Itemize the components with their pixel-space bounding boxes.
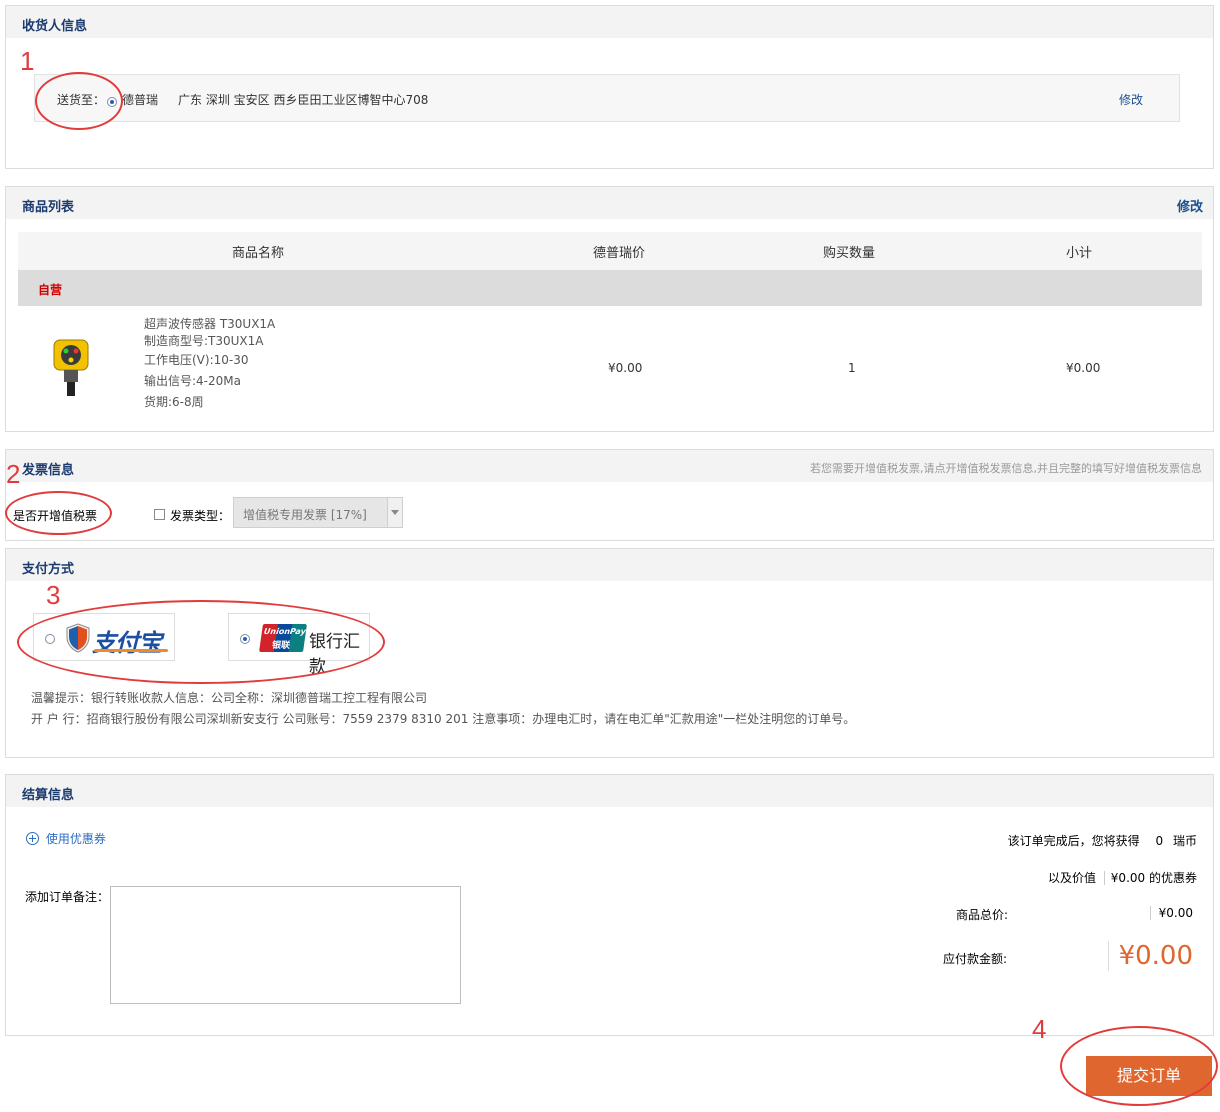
product-voltage-line: 工作电压(V):10-30 bbox=[144, 353, 249, 367]
annotation-number-4: 4 bbox=[1032, 1014, 1047, 1044]
use-coupon-link[interactable]: 使用优惠券 bbox=[26, 830, 106, 847]
address-edit-link[interactable]: 修改 bbox=[1119, 91, 1143, 108]
goods-total-label: 商品总价: bbox=[956, 908, 1009, 922]
reward-prefix: 该订单完成后，您将获得 bbox=[1007, 834, 1140, 848]
consignee-header: 收货人信息 bbox=[6, 6, 1213, 38]
settlement-header: 结算信息 bbox=[6, 775, 1213, 807]
product-leadtime-line: 货期:6-8周 bbox=[144, 395, 204, 409]
reward-line: 该订单完成后，您将获得 0 瑞币 bbox=[1008, 832, 1197, 849]
annotation-number-1: 1 bbox=[20, 46, 35, 76]
product-quantity: 1 bbox=[848, 361, 856, 375]
goods-total-value: ¥0.00 bbox=[1149, 906, 1193, 920]
coupon-value-line: 以及价值 ¥0.00 的优惠券 bbox=[1048, 869, 1197, 886]
product-title: 商品列表 bbox=[22, 200, 75, 215]
reward-unit: 瑞币 bbox=[1172, 834, 1197, 848]
ultrasonic-sensor-icon bbox=[53, 339, 89, 396]
invoice-panel: 发票信息 若您需要开增值税发票,请点开增值税发票信息,并且完整的填写好增值税发票… bbox=[5, 449, 1214, 541]
invoice-hint: 若您需要开增值税发票,请点开增值税发票信息,并且完整的填写好增值税发票信息 bbox=[810, 462, 1202, 475]
consignee-panel: 收货人信息 送货至： 德普瑞 广东 深圳 宝安区 西乡臣田工业区博智中心708 … bbox=[5, 5, 1214, 169]
product-details: 超声波传感器 T30UX1A 制造商型号:T30UX1A 工作电压(V):10-… bbox=[144, 316, 275, 413]
payment-header: 支付方式 bbox=[6, 549, 1213, 581]
annotation-ellipse-2 bbox=[5, 491, 112, 535]
product-price: ¥0.00 bbox=[608, 361, 643, 375]
consignee-title: 收货人信息 bbox=[22, 19, 88, 34]
group-label: 自营 bbox=[38, 283, 63, 297]
product-output-line: 输出信号:4-20Ma bbox=[144, 374, 241, 388]
order-remark-textarea[interactable] bbox=[110, 886, 461, 1004]
chevron-down-icon bbox=[387, 498, 402, 527]
payable-value: ¥0.00 bbox=[1107, 941, 1193, 971]
annotation-number-3: 3 bbox=[46, 580, 61, 610]
coupon-value-amount: ¥0.00 bbox=[1103, 871, 1146, 885]
annotation-ellipse-3 bbox=[17, 600, 385, 684]
coupon-value-suffix: 的优惠券 bbox=[1148, 871, 1197, 885]
column-header-quantity: 购买数量 bbox=[823, 246, 876, 261]
payment-tip-line2: 开 户 行：招商银行股份有限公司深圳新安支行 公司账号：7559 2379 83… bbox=[31, 712, 856, 726]
invoice-type-label: 发票类型： bbox=[170, 509, 231, 523]
invoice-title: 发票信息 bbox=[22, 463, 75, 478]
settlement-panel: 结算信息 使用优惠券 添加订单备注： 该订单完成后，您将获得 0 瑞币 以及价值… bbox=[5, 774, 1214, 1036]
group-row: 自营 bbox=[18, 270, 1202, 306]
product-panel: 商品列表 修改 商品名称 德普瑞价 购买数量 小计 自营 超声波传感器 T30U… bbox=[5, 186, 1214, 432]
table-row: 超声波传感器 T30UX1A 制造商型号:T30UX1A 工作电压(V):10-… bbox=[18, 306, 1202, 422]
annotation-ellipse-1 bbox=[35, 72, 123, 130]
column-header-subtotal: 小计 bbox=[1066, 246, 1093, 261]
address-box: 送货至： 德普瑞 广东 深圳 宝安区 西乡臣田工业区博智中心708 修改 bbox=[34, 74, 1180, 122]
payment-title: 支付方式 bbox=[22, 562, 75, 577]
order-remark-label: 添加订单备注： bbox=[25, 890, 110, 904]
shipping-address: 广东 深圳 宝安区 西乡臣田工业区博智中心708 bbox=[178, 93, 429, 107]
invoice-type-select[interactable]: 增值税专用发票 [17%] bbox=[233, 497, 403, 528]
coupon-value-prefix: 以及价值 bbox=[1047, 871, 1096, 885]
column-header-name: 商品名称 bbox=[232, 246, 285, 261]
invoice-header: 发票信息 若您需要开增值税发票,请点开增值税发票信息,并且完整的填写好增值税发票… bbox=[6, 450, 1213, 482]
product-subtotal: ¥0.00 bbox=[1066, 361, 1101, 375]
table-header-row: 商品名称 德普瑞价 购买数量 小计 bbox=[18, 232, 1202, 270]
annotation-number-2: 2 bbox=[6, 459, 21, 489]
product-edit-link[interactable]: 修改 bbox=[1177, 196, 1203, 215]
use-coupon-label: 使用优惠券 bbox=[45, 832, 106, 846]
recipient-name: 德普瑞 bbox=[122, 93, 159, 107]
payable-label: 应付款金额: bbox=[943, 952, 1008, 966]
settlement-title: 结算信息 bbox=[22, 788, 75, 803]
product-header: 商品列表 修改 bbox=[6, 187, 1213, 219]
column-header-price: 德普瑞价 bbox=[593, 246, 646, 261]
product-title-line[interactable]: 超声波传感器 T30UX1A bbox=[144, 316, 275, 332]
annotation-ellipse-4 bbox=[1060, 1026, 1218, 1106]
product-model-line: 制造商型号:T30UX1A bbox=[144, 334, 264, 348]
product-table: 商品名称 德普瑞价 购买数量 小计 自营 超声波传感器 T30UX1A 制造商型… bbox=[18, 232, 1202, 422]
reward-value: 0 bbox=[1155, 834, 1164, 848]
payment-tip: 温馨提示：银行转账收款人信息：公司全称：深圳德普瑞工控工程有限公司 开 户 行：… bbox=[31, 688, 855, 730]
invoice-type-checkbox[interactable] bbox=[154, 509, 165, 520]
invoice-type-value: 增值税专用发票 [17%] bbox=[243, 508, 367, 522]
plus-circle-icon bbox=[26, 832, 39, 845]
payment-tip-line1: 温馨提示：银行转账收款人信息：公司全称：深圳德普瑞工控工程有限公司 bbox=[31, 691, 428, 705]
